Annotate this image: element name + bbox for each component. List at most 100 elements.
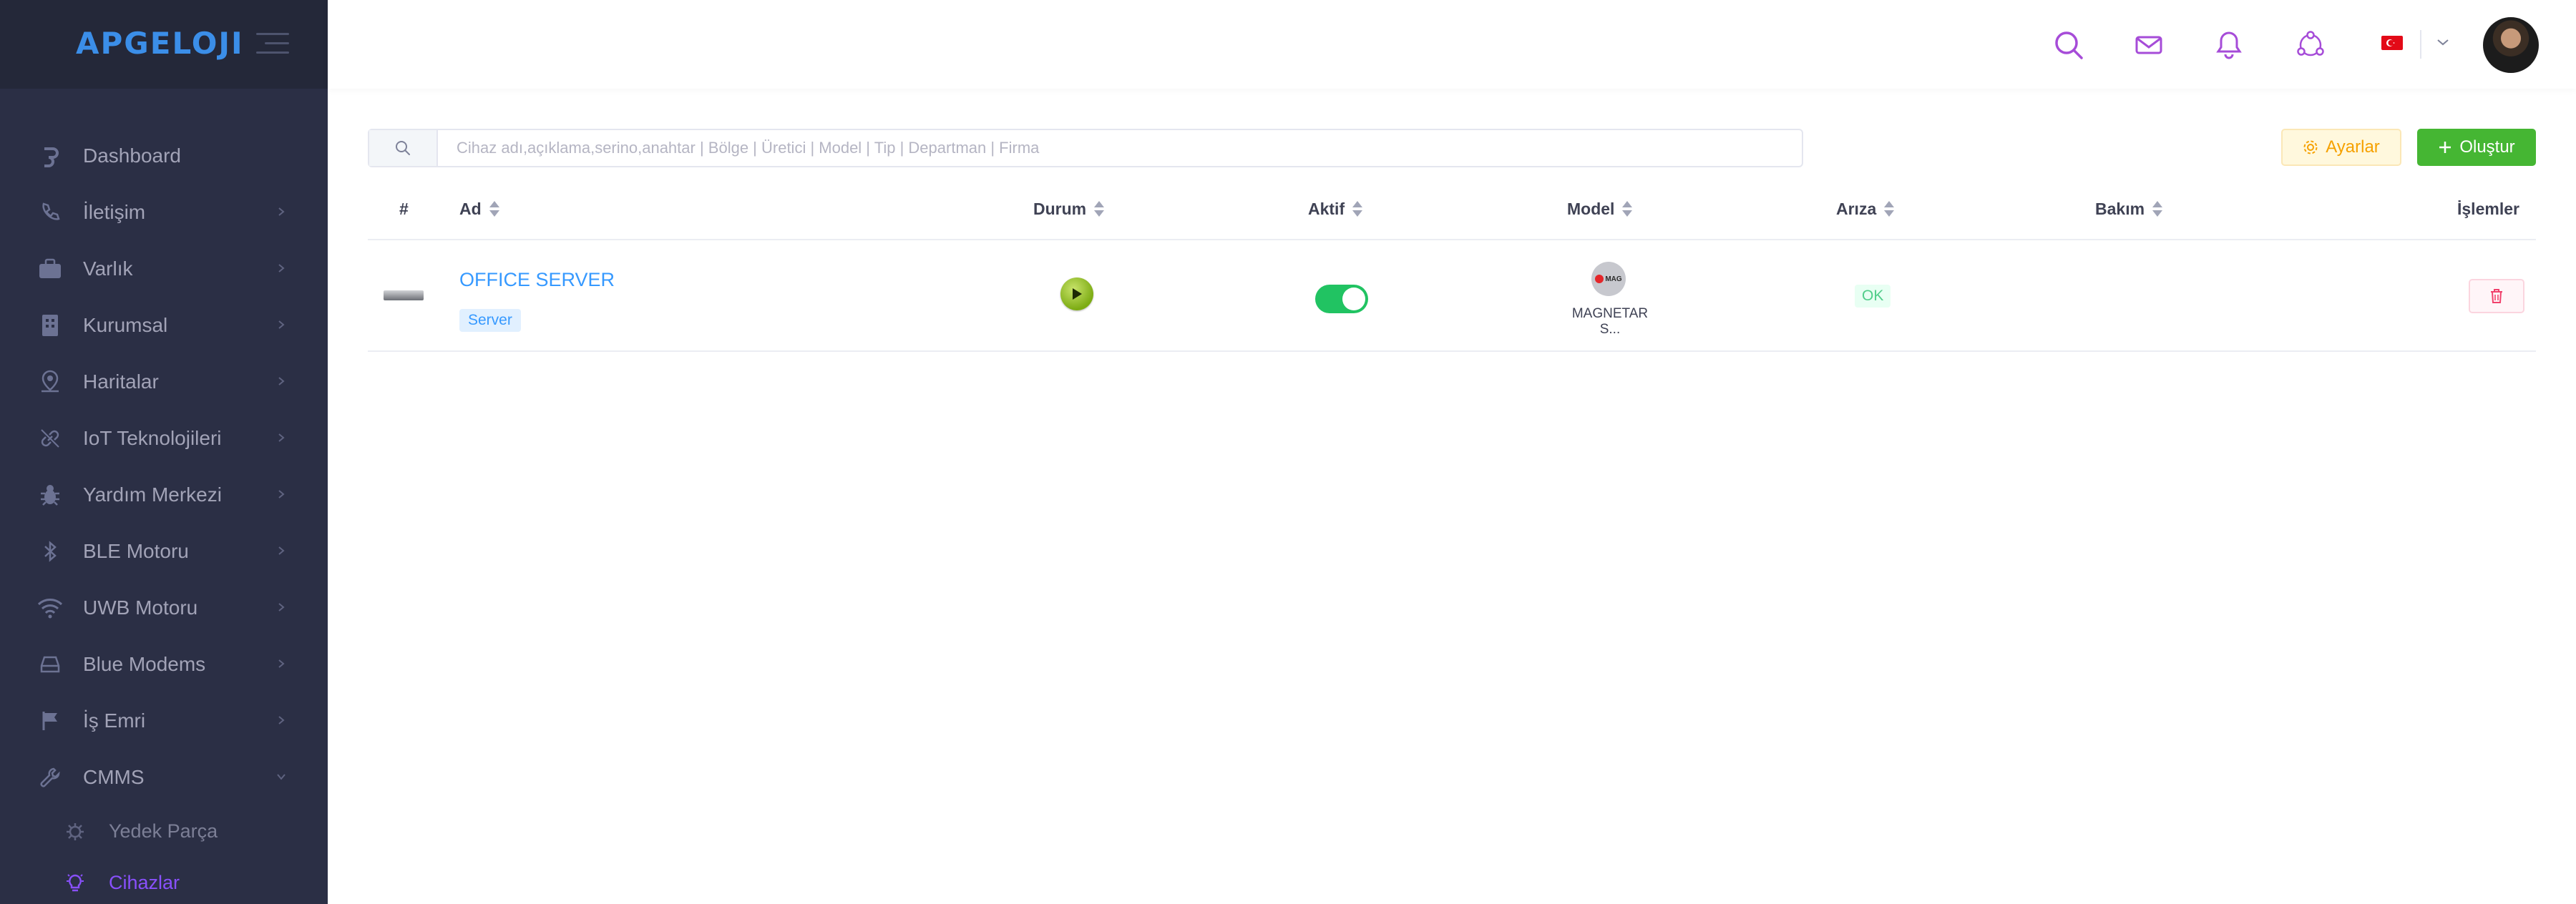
device-type-badge: Server (459, 309, 521, 332)
settings-button-label: Ayarlar (2326, 137, 2380, 157)
sidebar-item-cmms[interactable]: CMMS (0, 749, 328, 805)
avatar[interactable] (2483, 17, 2539, 73)
building-icon (36, 311, 64, 340)
play-icon[interactable] (1060, 277, 1093, 310)
column-header-fault[interactable]: Arıza (1836, 187, 1895, 230)
sort-icon[interactable] (1883, 200, 1895, 218)
topbar (328, 0, 2576, 89)
assets-icon (36, 255, 64, 283)
divider (2420, 30, 2421, 59)
fault-status-badge: OK (1855, 285, 1891, 308)
sidebar-menu: Dashboard İletişim Varlık Kurumsal Harit… (0, 127, 328, 904)
link-icon (36, 424, 64, 453)
search-bar (368, 129, 1803, 167)
chevron-down-icon (277, 774, 286, 780)
chevron-right-icon (278, 320, 285, 329)
chevron-right-icon (278, 264, 285, 272)
sidebar-item-label: İletişim (83, 200, 146, 223)
search-icon (369, 130, 438, 166)
sidebar-item-label: Kurumsal (83, 313, 168, 336)
sidebar-item-iletisim[interactable]: İletişim (0, 184, 328, 240)
sidebar-subitem-cihazlar[interactable]: Cihazlar (0, 857, 328, 904)
chevron-right-icon (278, 207, 285, 216)
settings-button[interactable]: Ayarlar (2281, 129, 2401, 166)
trash-icon (2491, 289, 2502, 303)
create-button-label: Oluştur (2459, 137, 2515, 157)
sidebar-item-label: IoT Teknolojileri (83, 426, 222, 449)
search-icon[interactable] (2051, 27, 2087, 63)
plus-icon (2439, 142, 2451, 153)
bell-icon[interactable] (2211, 27, 2247, 63)
mail-icon[interactable] (2131, 27, 2167, 63)
search-input[interactable] (441, 130, 1800, 166)
bug-icon (36, 481, 64, 509)
turkey-flag-icon[interactable] (2381, 36, 2403, 50)
active-toggle[interactable] (1315, 285, 1368, 313)
app-logo[interactable]: APGELOJI (76, 26, 244, 61)
chevron-right-icon (278, 716, 285, 724)
column-header-name[interactable]: Ad (459, 187, 500, 230)
phone-icon (36, 198, 64, 227)
chevron-right-icon (278, 546, 285, 555)
sidebar-toggle-icon[interactable] (256, 33, 289, 54)
sidebar-item-kurumsal[interactable]: Kurumsal (0, 297, 328, 353)
column-header-model[interactable]: Model (1567, 187, 1633, 230)
sidebar-item-ble[interactable]: BLE Motoru (0, 523, 328, 579)
wrench-icon (36, 763, 64, 792)
sidebar-item-label: Varlık (83, 257, 133, 280)
sort-icon[interactable] (1093, 200, 1105, 218)
map-pin-icon (36, 368, 64, 396)
sidebar-item-label: Blue Modems (83, 652, 206, 675)
gear-icon (63, 820, 87, 844)
sidebar-item-label: Haritalar (83, 370, 159, 393)
sidebar-item-haritalar[interactable]: Haritalar (0, 353, 328, 410)
sidebar-item-blue-modems[interactable]: Blue Modems (0, 636, 328, 692)
users-icon[interactable] (2293, 27, 2328, 63)
create-button[interactable]: Oluştur (2417, 129, 2536, 166)
delete-button[interactable] (2469, 279, 2524, 313)
table-row: OFFICE SERVER Server MAG MAGNETAR S... O… (368, 240, 2536, 352)
bluetooth-icon (36, 537, 64, 566)
sidebar-item-label: UWB Motoru (83, 596, 198, 619)
column-header-index: # (399, 199, 409, 218)
sidebar-item-label: BLE Motoru (83, 539, 189, 562)
sort-icon[interactable] (489, 200, 500, 218)
chevron-right-icon (278, 433, 285, 442)
chevron-down-icon[interactable] (2436, 37, 2450, 47)
sidebar: APGELOJI Dashboard İletişim Varlık Kurum… (0, 0, 328, 904)
column-header-status[interactable]: Durum (1033, 187, 1105, 230)
chevron-right-icon (278, 603, 285, 611)
device-thumbnail (384, 290, 424, 300)
sidebar-item-label: CMMS (83, 765, 145, 788)
sort-icon[interactable] (2152, 200, 2163, 218)
sort-icon[interactable] (1352, 200, 1363, 218)
wifi-icon (36, 594, 64, 622)
sidebar-item-label: Dashboard (83, 144, 181, 167)
column-header-active[interactable]: Aktif (1308, 187, 1363, 230)
sidebar-item-uwb[interactable]: UWB Motoru (0, 579, 328, 636)
model-name: MAGNETAR S... (1571, 306, 1649, 337)
column-header-maintenance[interactable]: Bakım (2095, 187, 2163, 230)
sidebar-item-iot[interactable]: IoT Teknolojileri (0, 410, 328, 466)
table-header: # Ad Durum Aktif Model Arıza Bakım İşlem… (368, 187, 2536, 240)
sidebar-item-yardim[interactable]: Yardım Merkezi (0, 466, 328, 523)
sidebar-item-varlik[interactable]: Varlık (0, 240, 328, 297)
chevron-right-icon (278, 490, 285, 498)
device-name-link[interactable]: OFFICE SERVER (459, 269, 615, 291)
modem-icon (36, 650, 64, 679)
sidebar-item-dashboard[interactable]: Dashboard (0, 127, 328, 184)
sidebar-header: APGELOJI (0, 0, 328, 89)
lightbulb-icon (63, 871, 87, 895)
gear-icon (2303, 140, 2318, 154)
chevron-right-icon (278, 377, 285, 385)
sidebar-subitem-label: Yedek Parça (109, 820, 218, 842)
sidebar-item-label: İş Emri (83, 709, 146, 732)
chevron-right-icon (278, 659, 285, 668)
column-header-actions: İşlemler (2457, 199, 2519, 218)
sidebar-subitem-yedek-parca[interactable]: Yedek Parça (0, 805, 328, 857)
sidebar-item-label: Yardım Merkezi (83, 483, 222, 506)
sidebar-subitem-label: Cihazlar (109, 871, 180, 893)
sort-icon[interactable] (1621, 200, 1633, 218)
sidebar-item-is-emri[interactable]: İş Emri (0, 692, 328, 749)
model-logo: MAG (1591, 262, 1626, 296)
